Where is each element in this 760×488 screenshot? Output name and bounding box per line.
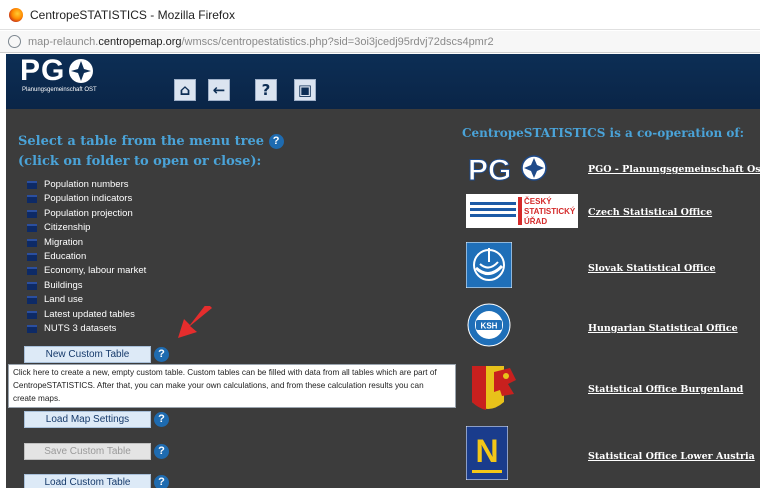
folder-icon[interactable] <box>27 238 37 247</box>
cooperation-title: CentropeSTATISTICS is a co-operation of: <box>462 126 745 140</box>
help-icon[interactable]: ? <box>268 134 284 149</box>
tree-item-population-projection[interactable]: Population projection <box>26 207 326 221</box>
org-lower-austria: N Statistical Office Lower Austria <box>466 426 756 484</box>
folder-icon[interactable] <box>27 195 37 204</box>
tooltip-line-3: create maps. <box>13 394 61 403</box>
help-icon: ? <box>261 81 271 99</box>
org-link-burgenland[interactable]: Statistical Office Burgenland <box>588 384 743 395</box>
pgo-emblem-icon <box>69 59 93 83</box>
tree-item-migration[interactable]: Migration <box>26 236 326 250</box>
tree-item-education[interactable]: Education <box>26 250 326 264</box>
folder-icon[interactable] <box>27 281 37 290</box>
load-custom-table-button[interactable]: Load Custom Table <box>24 474 151 488</box>
tree-item-economy[interactable]: Economy, labour market <box>26 264 326 278</box>
url-text[interactable]: map-relaunch.centropemap.org/wmscs/centr… <box>28 36 494 48</box>
tooltip-line-1: Click here to create a new, empty custom… <box>13 368 437 377</box>
folder-icon[interactable] <box>27 224 37 233</box>
folder-icon[interactable] <box>27 181 37 189</box>
svg-text:N: N <box>475 433 498 469</box>
org-slovak: Slovak Statistical Office <box>466 242 756 290</box>
org-burgenland: Statistical Office Burgenland <box>466 362 756 418</box>
czso-logo[interactable]: ČESKÝ STATISTICKÝ ÚŘAD <box>466 194 578 228</box>
help-icon[interactable]: ? <box>154 412 169 427</box>
intro-line-1: Select a table from the menu tree <box>18 134 265 149</box>
folder-icon[interactable] <box>27 296 37 305</box>
logo-subtitle: Planungsgemeinschaft OST <box>22 87 97 93</box>
page-content: PG Planungsgemeinschaft OST ⌂ ← ? ▣ Sele… <box>6 54 760 488</box>
folder-icon[interactable] <box>27 324 37 333</box>
svg-text:ÚŘAD: ÚŘAD <box>524 217 547 226</box>
close-window-button[interactable]: ▣ <box>294 79 316 101</box>
browser-window: CentropeSTATISTICS - Mozilla Firefox map… <box>0 0 760 488</box>
org-ksh: KSH Hungarian Statistical Office <box>466 302 756 350</box>
back-button[interactable]: ← <box>208 79 230 101</box>
load-map-settings-button[interactable]: Load Map Settings <box>24 411 151 428</box>
folder-icon[interactable] <box>27 252 37 261</box>
site-header: PG Planungsgemeinschaft OST ⌂ ← ? ▣ <box>6 54 760 109</box>
org-link-czso[interactable]: Czech Statistical Office <box>588 207 712 218</box>
pgo-header-logo[interactable]: PG <box>20 56 65 86</box>
globe-icon <box>8 35 21 48</box>
home-icon: ⌂ <box>179 81 191 99</box>
org-link-ksh[interactable]: Hungarian Statistical Office <box>588 323 738 334</box>
help-button[interactable]: ? <box>255 79 277 101</box>
tooltip: Click here to create a new, empty custom… <box>8 364 456 408</box>
tree-item-citizenship[interactable]: Citizenship <box>26 221 326 235</box>
lower-austria-logo[interactable]: N <box>466 426 508 480</box>
pgo-logo[interactable]: PG <box>466 152 576 186</box>
red-arrow-icon <box>178 306 212 338</box>
slovak-stat-logo[interactable] <box>466 242 512 288</box>
tree-item-population-numbers[interactable]: Population numbers <box>26 178 326 192</box>
folder-icon[interactable] <box>27 209 37 218</box>
firefox-icon <box>9 8 23 22</box>
org-link-lower-austria[interactable]: Statistical Office Lower Austria <box>588 451 755 462</box>
save-custom-table-button[interactable]: Save Custom Table <box>24 443 151 460</box>
intro-line-2: (click on folder to open or close): <box>18 154 262 169</box>
tree-item-buildings[interactable]: Buildings <box>26 279 326 293</box>
close-window-icon: ▣ <box>297 81 313 99</box>
help-icon[interactable]: ? <box>154 347 169 362</box>
address-bar[interactable]: map-relaunch.centropemap.org/wmscs/centr… <box>0 31 760 53</box>
new-custom-table-button[interactable]: New Custom Table <box>24 346 151 363</box>
org-czso: ČESKÝ STATISTICKÝ ÚŘAD Czech Statistical… <box>466 194 756 230</box>
menu-intro: Select a table from the menu tree ? (cli… <box>18 132 438 172</box>
org-link-pgo[interactable]: PGO - Planungsgemeinschaft Ost <box>588 164 760 175</box>
org-link-slovak[interactable]: Slovak Statistical Office <box>588 263 716 274</box>
tree-item-population-indicators[interactable]: Population indicators <box>26 192 326 206</box>
help-icon[interactable]: ? <box>154 475 169 488</box>
window-title: CentropeSTATISTICS - Mozilla Firefox <box>30 8 235 22</box>
tooltip-line-2: CentropeSTATISTICS. After that, you can … <box>13 381 424 390</box>
burgenland-logo[interactable] <box>466 362 520 416</box>
ksh-logo[interactable]: KSH <box>466 302 512 348</box>
help-icon[interactable]: ? <box>154 444 169 459</box>
svg-text:STATISTICKÝ: STATISTICKÝ <box>524 207 576 216</box>
org-pgo: PG PGO - Planungsgemeinschaft Ost <box>466 152 760 188</box>
svg-text:PG: PG <box>468 154 511 186</box>
svg-text:KSH: KSH <box>481 322 498 331</box>
folder-icon[interactable] <box>27 267 37 276</box>
home-button[interactable]: ⌂ <box>174 79 196 101</box>
svg-text:ČESKÝ: ČESKÝ <box>524 197 552 206</box>
back-arrow-icon: ← <box>212 81 226 99</box>
folder-icon[interactable] <box>27 310 37 319</box>
title-bar: CentropeSTATISTICS - Mozilla Firefox <box>0 0 760 30</box>
